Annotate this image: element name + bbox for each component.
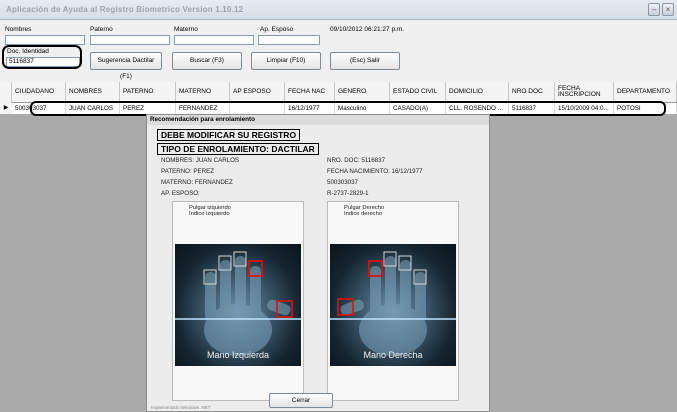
col-nro-doc[interactable]: NRO DOC — [509, 82, 555, 102]
left-hand-icon — [175, 251, 301, 356]
col-fecha-nac[interactable]: FECHA NAC — [285, 82, 335, 102]
grid-header: CIUDADANO NOMBRES PATERNO MATERNO AP ESP… — [12, 82, 677, 103]
dialog-title: Recomendación para enrolamiento — [147, 115, 489, 125]
datetime-label: 09/10/2012 06:21:27 p.m. — [330, 26, 405, 33]
recommendation-dialog: Recomendación para enrolamiento DEBE MOD… — [146, 114, 490, 412]
right-index-label: Indice derecho — [344, 211, 383, 217]
left-hand-image: Mano Izquierda — [175, 244, 301, 366]
paterno-input[interactable] — [90, 35, 170, 45]
esposo-input[interactable] — [258, 35, 320, 45]
info-nombres: NOMBRES: JUAN CARLOS — [161, 157, 240, 164]
right-hand-icon — [330, 251, 456, 356]
doc-highlight-ring — [2, 45, 82, 69]
col-estado-civil[interactable]: ESTADO CIVIL — [390, 82, 446, 102]
window-title: Aplicación de Ayuda al Registro Biometri… — [6, 5, 244, 14]
right-hand-name: Mano Derecha — [363, 350, 423, 360]
info-fecha-nac: FECHA NACIMIENTO: 16/12/1977 — [327, 168, 423, 175]
buscar-button[interactable]: Buscar (F3) — [172, 52, 242, 70]
search-panel: Nombres Paterno Materno Ap. Esposo 09/10… — [0, 20, 677, 82]
col-genero[interactable]: GENERO — [335, 82, 390, 102]
col-departamento[interactable]: DEPARTAMENTO — [614, 82, 677, 102]
materno-label: Materno — [174, 26, 198, 33]
warning-modify-record: DEBE MODIFICAR SU REGISTRO — [157, 129, 301, 141]
left-hand-name: Mano Izquierda — [206, 350, 270, 360]
col-fecha-inscripcion[interactable]: FECHA INSCRIPCION — [555, 82, 614, 102]
info-codigo: 500303037 — [327, 179, 358, 186]
limpiar-button[interactable]: Limpiar (F10) — [251, 52, 321, 70]
nombres-label: Nombres — [5, 26, 32, 33]
left-hand-panel: Pulgar izquierdo Indice izquierdo Mano I… — [172, 201, 304, 401]
col-paterno[interactable]: PATERNO — [120, 82, 176, 102]
salir-button[interactable]: (Esc) Salir — [330, 52, 400, 70]
left-index-label: Indice izquierdo — [189, 211, 230, 217]
minimize-button[interactable]: – — [648, 3, 660, 16]
right-hand-image: Mano Derecha — [330, 244, 456, 366]
info-nro-doc: NRO. DOC: 5116837 — [327, 157, 386, 164]
row-pointer-icon: ▶ — [0, 103, 12, 114]
close-button[interactable]: × — [662, 3, 674, 16]
paterno-label: Paterno — [90, 26, 113, 33]
sugerencia-button[interactable]: Sugerencia Dactilar (F1) — [90, 52, 162, 80]
col-ap-esposo[interactable]: AP ESPOSO — [230, 82, 285, 102]
col-domicilio[interactable]: DOMICILIO — [446, 82, 509, 102]
info-esposo: AP. ESPOSO: — [161, 190, 200, 197]
title-bar: Aplicación de Ayuda al Registro Biometri… — [0, 0, 677, 20]
esposo-label: Ap. Esposo — [260, 26, 294, 33]
col-materno[interactable]: MATERNO — [176, 82, 230, 102]
grid-corner — [0, 82, 12, 103]
right-hand-panel: Pulgar Derecho Indice derecho Mano Derec… — [327, 201, 459, 401]
info-referencia: R-2737-2829-1 — [327, 190, 369, 197]
dialog-footer: Implementado Windows .NET — [151, 405, 211, 410]
cerrar-button[interactable]: Cerrar — [269, 393, 333, 408]
col-nombres[interactable]: NOMBRES — [66, 82, 120, 102]
info-materno: MATERNO: FERNANDEZ — [161, 179, 233, 186]
materno-input[interactable] — [174, 35, 254, 45]
warning-enrollment-type: TIPO DE ENROLAMIENTO: DACTILAR — [157, 143, 319, 155]
nombres-input[interactable] — [5, 35, 85, 45]
info-paterno: PATERNO: PEREZ — [161, 168, 215, 175]
col-ciudadano[interactable]: CIUDADANO — [12, 82, 66, 102]
